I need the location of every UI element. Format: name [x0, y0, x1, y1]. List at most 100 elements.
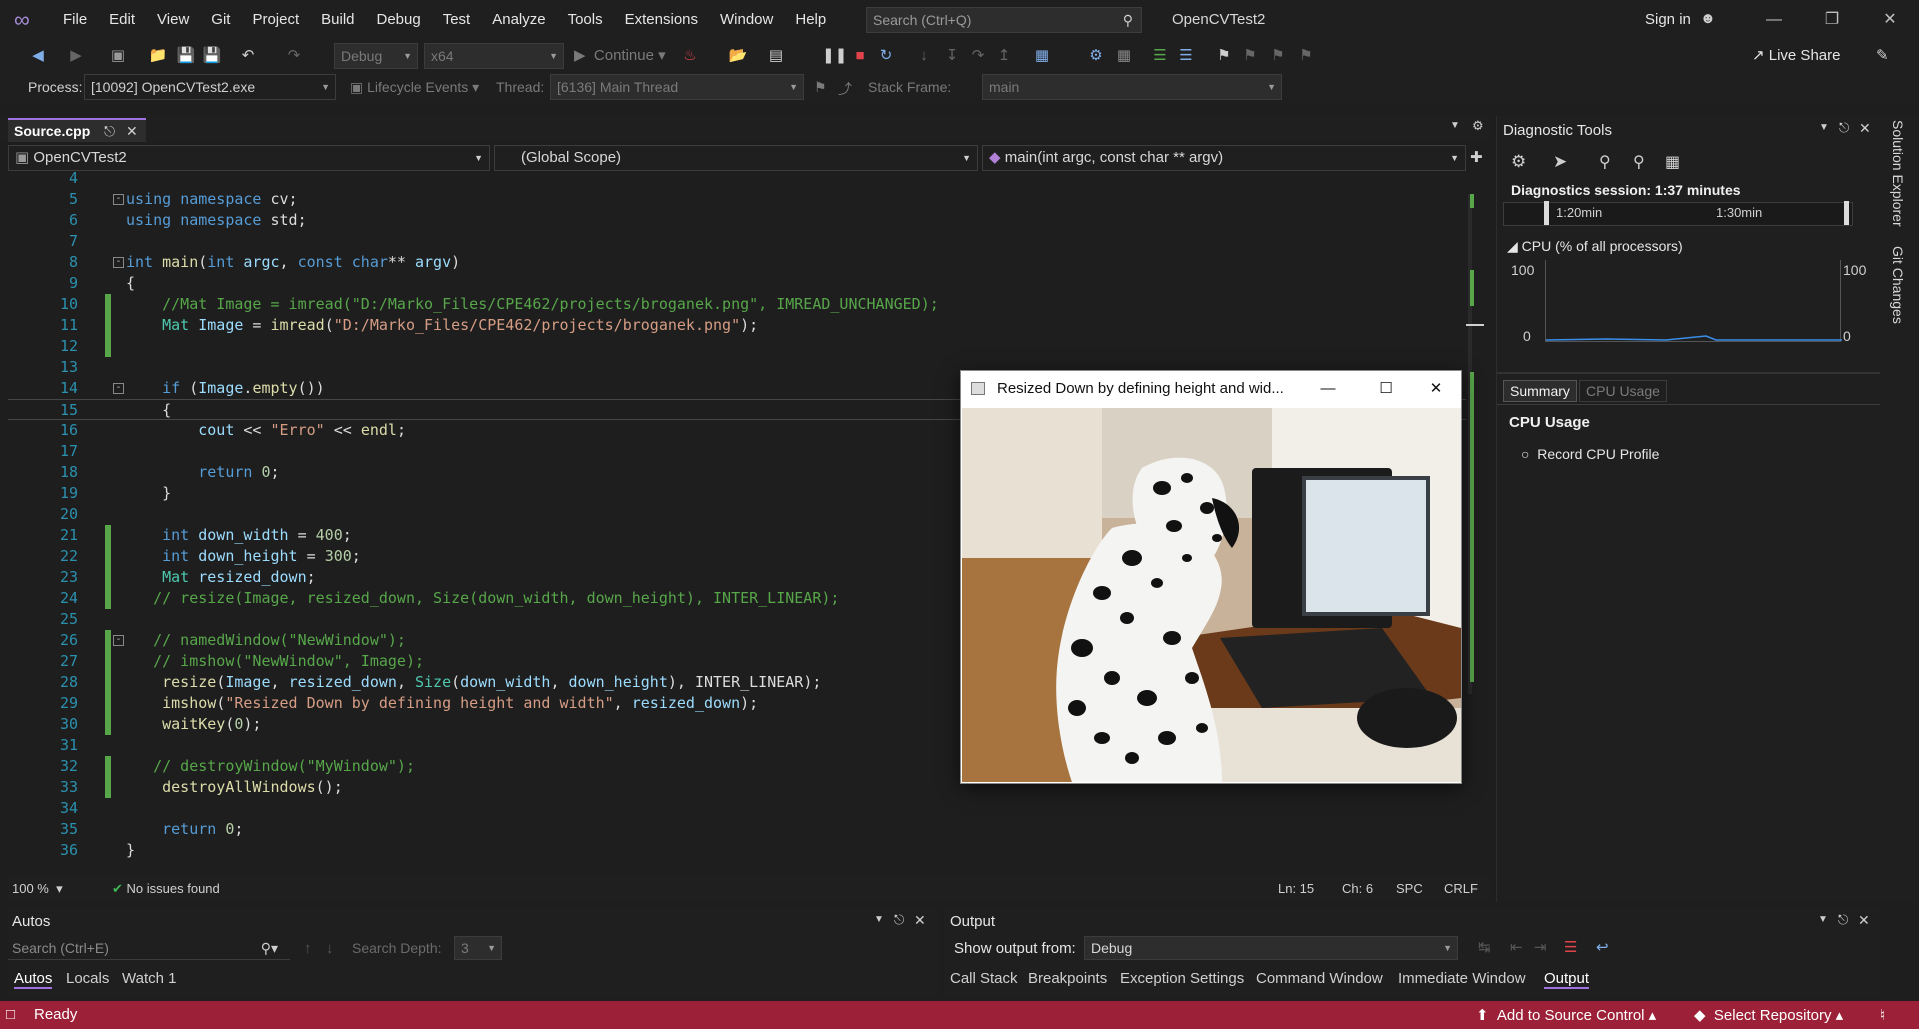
step-out-icon[interactable]: ↥ [994, 46, 1014, 66]
undo-icon[interactable]: ↶ [238, 46, 258, 66]
issues-indicator[interactable]: ✔ No issues found [112, 881, 220, 897]
solution-explorer-tab[interactable]: Solution Explorer [1890, 120, 1906, 227]
menu-extensions[interactable]: Extensions [614, 0, 709, 40]
tab-cpu-usage[interactable]: CPU Usage [1579, 380, 1667, 402]
step-into-icon[interactable]: ↧ [942, 46, 962, 66]
break-all-icon[interactable]: ❚❚ [822, 46, 847, 66]
menu-build[interactable]: Build [310, 0, 365, 40]
redo-icon[interactable]: ↷ [284, 46, 304, 66]
save-all-icon[interactable]: 💾 [202, 46, 222, 66]
line-ending-indicator[interactable]: CRLF [1444, 881, 1478, 896]
splitter[interactable] [1497, 372, 1881, 374]
thread-select[interactable]: [6136] Main Thread ▼ [550, 74, 804, 100]
select-tools-icon[interactable]: ➤ [1553, 152, 1567, 172]
clear-all-icon[interactable]: ☰ [1564, 938, 1577, 956]
restore-icon[interactable]: ❐ [1803, 0, 1861, 40]
search-input[interactable]: Search (Ctrl+Q) ⚲ [866, 7, 1142, 33]
back-icon[interactable]: ◀ [28, 46, 48, 66]
minimize-icon[interactable]: — [1745, 0, 1803, 40]
code-map-icon[interactable]: ▦ [1114, 46, 1134, 66]
forward-icon[interactable]: ▶ [66, 46, 86, 66]
live-share-button[interactable]: ↗ Live Share [1752, 46, 1840, 64]
reset-view-icon[interactable]: ▦ [1665, 152, 1680, 172]
close-icon[interactable]: ✕ [1861, 0, 1919, 40]
fold-collapse-icon[interactable]: - [113, 257, 124, 268]
menu-file[interactable]: File [52, 0, 98, 40]
hot-reload-icon[interactable]: ♨ [680, 46, 700, 66]
uncomment-icon[interactable]: ☰ [1176, 46, 1196, 66]
menu-debug[interactable]: Debug [366, 0, 432, 40]
bookmark-icon[interactable]: ⚑ [1214, 46, 1234, 66]
save-icon[interactable]: 💾 [176, 46, 196, 66]
notifications-bell-icon[interactable]: ♮ [1880, 1006, 1885, 1024]
minimize-icon[interactable]: — [1303, 371, 1353, 407]
tab-settings-gear-icon[interactable]: ⚙ [1472, 118, 1484, 134]
tab-immediate-window[interactable]: Immediate Window [1398, 970, 1526, 987]
process-select[interactable]: [10092] OpenCVTest2.exe ▼ [84, 74, 336, 100]
menu-test[interactable]: Test [432, 0, 482, 40]
split-editor-icon[interactable]: ✚ [1470, 148, 1483, 166]
menu-analyze[interactable]: Analyze [481, 0, 556, 40]
select-repository-button[interactable]: ◆ Select Repository ▴ [1694, 1006, 1843, 1024]
search-depth-select[interactable]: 3 ▼ [454, 936, 502, 960]
screen-icon[interactable]: ▤ [766, 46, 786, 66]
menu-project[interactable]: Project [241, 0, 310, 40]
git-changes-tab[interactable]: Git Changes [1890, 246, 1906, 324]
prev-bookmark-icon[interactable]: ⚑ [1240, 46, 1260, 66]
output-source-select[interactable]: Debug ▼ [1084, 936, 1458, 960]
fold-collapse-icon[interactable]: - [113, 194, 124, 205]
pin-icon[interactable]: ⎋ [1838, 912, 1848, 928]
tab-autos[interactable]: Autos [14, 970, 53, 989]
tab-summary[interactable]: Summary [1503, 380, 1577, 402]
menu-edit[interactable]: Edit [98, 0, 146, 40]
line-indicator[interactable]: Ln: 15 [1278, 881, 1314, 896]
pin-icon[interactable]: ⎋ [104, 120, 115, 142]
pin-icon[interactable]: ⎋ [1839, 120, 1849, 136]
fold-collapse-icon[interactable]: - [113, 383, 124, 394]
project-nav-select[interactable]: ▣ OpenCVTest2 ▼ [8, 145, 490, 171]
open-folder-icon[interactable]: 📁 [148, 46, 168, 66]
menu-view[interactable]: View [146, 0, 200, 40]
menu-git[interactable]: Git [200, 0, 241, 40]
menu-help[interactable]: Help [784, 0, 837, 40]
tab-watch-1[interactable]: Watch 1 [122, 970, 176, 987]
autos-search-input[interactable]: Search (Ctrl+E) ⚲▾ [8, 936, 290, 960]
add-to-source-control-button[interactable]: ⬆ Add to Source Control ▴ [1476, 1006, 1656, 1024]
flag-thread-icon[interactable]: ⚑ [814, 79, 827, 96]
image-window-titlebar[interactable]: Resized Down by defining height and wid.… [961, 371, 1461, 407]
continue-button[interactable]: ▶ Continue ▾ [574, 46, 666, 64]
configuration-select[interactable]: Debug ▼ [334, 43, 418, 69]
column-indicator[interactable]: Ch: 6 [1342, 881, 1373, 896]
record-cpu-profile-button[interactable]: ○ Record CPU Profile [1521, 446, 1659, 462]
show-next-statement-icon[interactable]: ↓ [914, 46, 934, 66]
restart-icon[interactable]: ↻ [876, 46, 896, 66]
menu-tools[interactable]: Tools [557, 0, 614, 40]
hex-display-icon[interactable]: ▦ [1032, 46, 1052, 66]
thread-icon[interactable]: ⚙ [1086, 46, 1106, 66]
cpu-graph-header[interactable]: ◢ CPU (% of all processors) [1507, 238, 1683, 255]
find-message-icon[interactable]: ↹ [1478, 938, 1491, 956]
timeline-ruler[interactable]: 1:20min 1:30min [1503, 201, 1853, 226]
close-icon[interactable]: ✕ [1411, 371, 1461, 407]
close-icon[interactable]: ✕ [1858, 912, 1870, 929]
open-file-icon[interactable]: 📂 [728, 46, 748, 66]
stack-frame-select[interactable]: main ▼ [982, 74, 1282, 100]
clear-bookmarks-icon[interactable]: ⚑ [1296, 46, 1316, 66]
timeline-handle-left[interactable] [1544, 201, 1549, 225]
stop-icon[interactable]: ■ [850, 46, 870, 66]
next-message-icon[interactable]: ⇥ [1534, 938, 1547, 956]
search-up-icon[interactable]: ↑ [304, 940, 312, 957]
search-down-icon[interactable]: ↓ [326, 940, 334, 957]
tab-source-cpp[interactable]: Source.cpp ⎋ ✕ [8, 118, 146, 142]
maximize-icon[interactable]: ☐ [1361, 371, 1411, 407]
account-person-icon[interactable]: ☻ [1700, 10, 1716, 27]
opencv-image-window[interactable]: Resized Down by defining height and wid.… [960, 370, 1462, 784]
editor-vertical-scrollbar[interactable] [1466, 172, 1484, 876]
timeline-handle-right[interactable] [1844, 201, 1849, 225]
tab-command-window[interactable]: Command Window [1256, 970, 1383, 987]
prev-message-icon[interactable]: ⇤ [1510, 938, 1523, 956]
tab-breakpoints[interactable]: Breakpoints [1028, 970, 1107, 987]
zoom-out-icon[interactable]: ⚲ [1633, 152, 1645, 172]
tab-call-stack[interactable]: Call Stack [950, 970, 1018, 987]
whitespace-indicator[interactable]: SPC [1396, 881, 1423, 896]
